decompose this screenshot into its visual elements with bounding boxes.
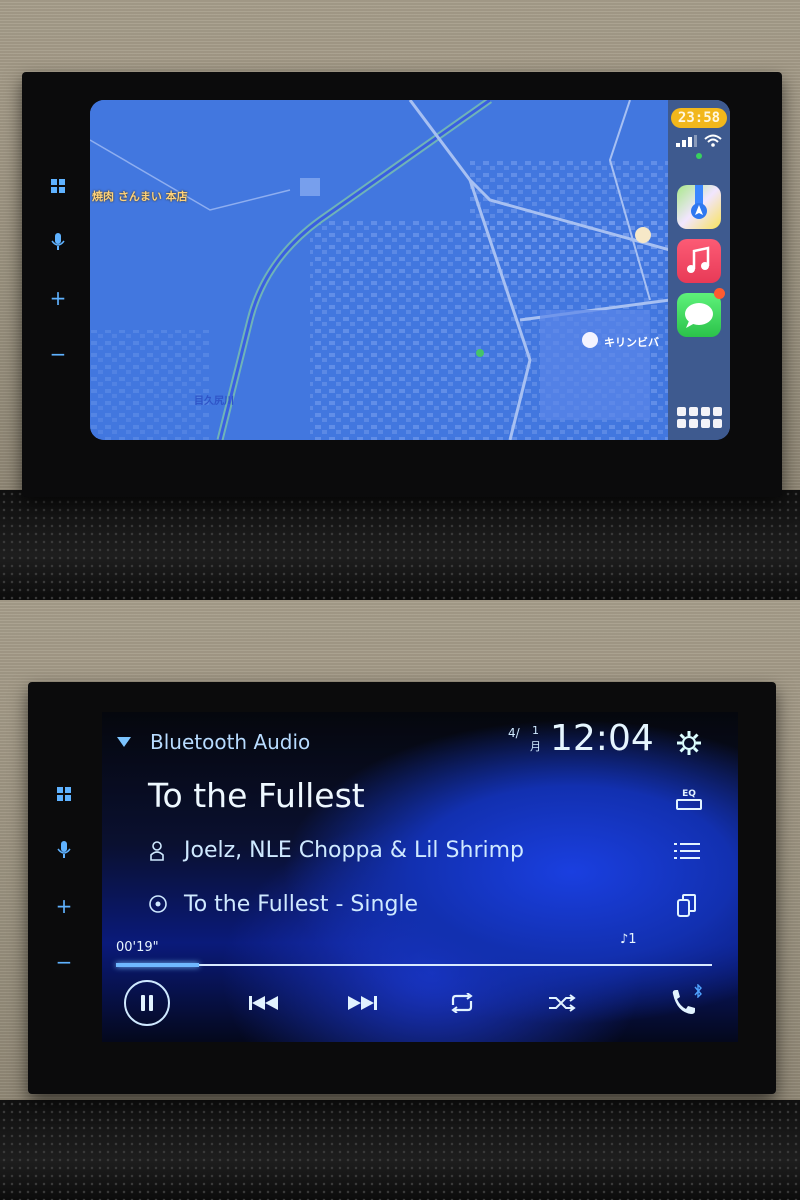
map-label-restaurant[interactable]: 焼肉 さんまい 本店 (92, 188, 188, 204)
shuffle-icon (549, 994, 576, 1012)
mic-active-indicator (696, 153, 702, 159)
side-buttons: + − (44, 780, 84, 976)
signal-icon (676, 135, 697, 147)
floor-mat (0, 1100, 800, 1200)
copy-screen-icon[interactable] (674, 892, 700, 920)
carplay-dock: 23:58 (668, 100, 730, 440)
store-poi-icon (582, 332, 598, 348)
volume-up-icon[interactable]: + (50, 892, 78, 920)
eq-label: EQ (682, 788, 696, 799)
track-number: ♪1 (620, 932, 637, 947)
home-grid-icon[interactable] (50, 780, 78, 808)
map-view[interactable] (90, 100, 670, 440)
volume-down-icon[interactable]: − (44, 340, 72, 368)
next-track-button[interactable] (344, 990, 380, 1016)
status-indicators (676, 134, 722, 147)
school-poi-icon (635, 227, 651, 243)
microphone-icon[interactable] (44, 228, 72, 256)
eq-button[interactable]: EQ (672, 784, 706, 814)
progress-bar[interactable] (116, 963, 712, 967)
date-month: 4/ (508, 726, 520, 740)
source-label[interactable]: Bluetooth Audio (150, 730, 310, 754)
pause-button[interactable] (124, 980, 170, 1026)
floor-mat (0, 490, 800, 600)
volume-down-icon[interactable]: − (50, 948, 78, 976)
wifi-icon (704, 134, 722, 147)
microphone-icon[interactable] (50, 836, 78, 864)
clock: 12:04 (550, 718, 654, 759)
track-title: To the Fullest (148, 776, 365, 815)
map-label-river: 目久尻川 (194, 396, 234, 407)
photo-carplay: + − 焼肉 さんまい 本店 キリンビバ 目久尻川 23:58 (0, 0, 800, 600)
bluetooth-audio-screen: Bluetooth Audio 4/ 1 月 12:04 To the Full… (102, 712, 738, 1042)
music-app-icon[interactable] (677, 239, 721, 283)
bluetooth-icon (694, 984, 702, 998)
artist-icon (148, 840, 166, 862)
date-day: 1 (532, 724, 539, 737)
artist-name: Joelz, NLE Choppa & Lil Shrimp (184, 838, 524, 863)
shuffle-button[interactable] (546, 988, 578, 1018)
carplay-screen: 焼肉 さんまい 本店 キリンビバ 目久尻川 23:58 (90, 100, 730, 440)
pause-icon (141, 995, 153, 1011)
side-buttons: + − (38, 172, 78, 368)
album-icon (148, 894, 168, 914)
previous-icon (249, 996, 278, 1010)
home-grid-icon[interactable] (44, 172, 72, 200)
previous-track-button[interactable] (246, 990, 282, 1016)
volume-up-icon[interactable]: + (44, 284, 72, 312)
app-grid-icon[interactable] (676, 407, 722, 428)
date-weekday: 月 (530, 740, 541, 753)
notification-badge (714, 288, 725, 299)
playlist-icon[interactable] (672, 838, 702, 864)
map-label-store[interactable]: キリンビバ (604, 334, 659, 350)
progress-fill (116, 963, 200, 967)
eq-icon (676, 798, 702, 810)
repeat-icon (451, 993, 473, 1013)
phone-button[interactable] (664, 982, 704, 1022)
maps-app-icon[interactable] (677, 185, 721, 229)
next-icon (348, 996, 377, 1010)
carplay-clock: 23:58 (670, 108, 728, 128)
elapsed-time: 00'19" (116, 940, 159, 955)
settings-gear-icon[interactable] (674, 728, 704, 758)
repeat-button[interactable] (446, 988, 478, 1018)
album-name: To the Fullest - Single (184, 892, 419, 917)
messages-app-icon[interactable] (677, 288, 725, 337)
source-dropdown-icon[interactable] (114, 732, 134, 752)
